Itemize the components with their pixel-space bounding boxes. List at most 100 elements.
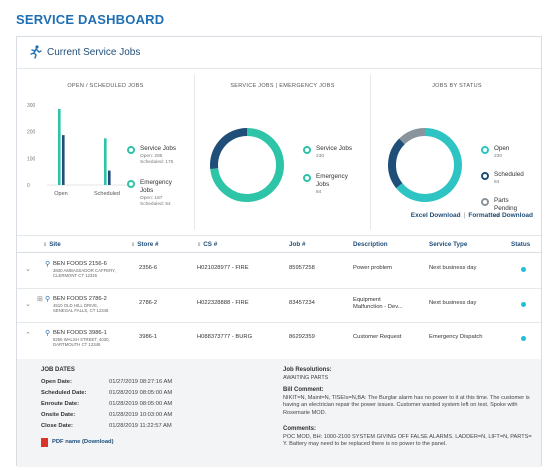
store-number: 2356-6 [139, 265, 158, 271]
legend-sub: 230 [316, 154, 325, 159]
legend-open: Open 230 [481, 145, 541, 165]
map-pin-icon: ⚲ [45, 296, 51, 303]
panel-title: SERVICE JOBS | EMERGENCY JOBS [230, 83, 335, 89]
chevron-down-icon[interactable]: ⌄ [25, 300, 31, 308]
legend-scheduled: Scheduled 84 [481, 171, 541, 191]
legend-label: Open [494, 145, 510, 152]
description: Power problem [353, 265, 392, 271]
pdf-icon [41, 438, 48, 447]
site-address: DARTMOUTH CT 12345 [53, 342, 101, 347]
legend-sub: 84 [316, 190, 322, 195]
status-indicator [521, 302, 526, 307]
y-tick-label: 300 [27, 103, 36, 109]
col-job[interactable]: Job # [289, 241, 305, 248]
cs-number: H022328888 - FIRE [197, 300, 249, 306]
date-label: Enroute Date: [41, 401, 80, 407]
col-status[interactable]: Status [511, 241, 530, 248]
status-indicator [521, 336, 526, 341]
legend-service-jobs: Service Jobs Open: 285 Scheduled: 175 [127, 145, 197, 171]
chevron-up-icon[interactable]: ⌃ [25, 331, 31, 339]
store-number: 2786-2 [139, 300, 158, 306]
service-type: Emergency Dispatch [429, 334, 483, 340]
table-row[interactable]: ⌄ ⊞ ⚲ BEN FOODS 2786-2 4510 OLD HILL DRI… [17, 289, 541, 323]
date-value: 01/28/2019 08:05:00 AM [109, 390, 173, 396]
legend-swatch [127, 180, 135, 188]
donut-slice-scheduled [388, 138, 405, 189]
service-emergency-panel: SERVICE JOBS | EMERGENCY JOBS Service Jo… [195, 75, 371, 230]
service-jobs-card: Current Service Jobs OPEN / SCHEDULED JO… [16, 36, 543, 467]
legend-label: Emergency Jobs [316, 173, 348, 188]
section-title: Current Service Jobs [47, 47, 141, 58]
legend-swatch [303, 174, 311, 182]
bar-service-jobs [104, 138, 107, 185]
legend-sub: Scheduled: 54 [140, 202, 171, 207]
job-number: 83457234 [289, 300, 315, 306]
legend-swatch [127, 146, 135, 154]
download-links: Excel Download | Formatted Download [411, 212, 533, 219]
col-label: Job # [289, 241, 306, 248]
map-pin-icon: ⚲ [45, 261, 51, 268]
legend-swatch [303, 146, 311, 154]
col-site[interactable]: ⇕ Site [43, 241, 61, 248]
panel-title: OPEN / SCHEDULED JOBS [67, 83, 144, 89]
legend-label: Scheduled [494, 171, 524, 178]
jobs-by-status-panel: JOBS BY STATUS Open 230 Scheduled 84 Par… [371, 75, 543, 230]
legend-swatch [481, 146, 489, 154]
col-store[interactable]: ⇕ Store # [131, 241, 159, 248]
table-row[interactable]: ⌄ ⚲ BEN FOODS 2156-6 3830 AMBASSADOR CAF… [17, 254, 541, 289]
description-line-2: Malfunction - Dev... [353, 304, 403, 310]
job-detail-panel: JOB DATES Open Date: 01/27/2019 08:27:16… [17, 359, 541, 467]
donut-slice-emergency-jobs [210, 128, 248, 170]
description: Customer Request [353, 334, 402, 340]
date-value: 01/27/2019 08:27:16 AM [109, 379, 173, 385]
legend-swatch [481, 198, 489, 206]
formatted-download-link[interactable]: Formatted Download [468, 212, 533, 219]
date-label: Onsite Date: [41, 412, 76, 418]
job-dates-title: JOB DATES [41, 367, 75, 373]
open-scheduled-panel: OPEN / SCHEDULED JOBS 300 200 100 0 Open Sche… [17, 75, 195, 230]
sort-icon: ⇕ [43, 242, 48, 248]
cs-number: H021028977 - FIRE [197, 265, 249, 271]
col-label: Store # [137, 241, 159, 248]
table-row-expanded[interactable]: ⌃ ⚲ BEN FOODS 3986-1 8256 WALSH STREET, … [17, 323, 541, 359]
section-header: Current Service Jobs [17, 37, 541, 69]
bar-emergency-jobs [62, 135, 65, 185]
service-emergency-donut [210, 128, 284, 202]
site-address: SENEGAL FALLS, CT 12345 [53, 308, 109, 313]
cart-icon: ⊞ [37, 296, 43, 303]
site-name: BEN FOODS 2786-2 [53, 296, 107, 302]
col-cs[interactable]: ⇕ CS # [197, 241, 217, 248]
legend-swatch [481, 172, 489, 180]
excel-download-link[interactable]: Excel Download [411, 212, 461, 219]
col-service-type[interactable]: Service Type [429, 241, 467, 248]
legend-emergency-jobs: Emergency Jobs 84 [303, 173, 363, 203]
col-description[interactable]: Description [353, 241, 388, 248]
sort-icon: ⇕ [197, 242, 202, 248]
legend-label: Parts Pending [494, 197, 518, 212]
download-separator: | [463, 212, 466, 219]
col-label: Service Type [429, 241, 468, 248]
resolution-value: AWAITING PARTS [283, 375, 329, 381]
legend-sub: Scheduled: 175 [140, 160, 174, 165]
site-name: BEN FOODS 2156-6 [53, 261, 107, 267]
jobs-by-status-donut [388, 128, 462, 202]
page-title: SERVICE DASHBOARD [16, 12, 165, 27]
chevron-down-icon[interactable]: ⌄ [25, 265, 31, 273]
description: Equipment [353, 297, 381, 303]
pdf-download-link[interactable]: PDF name (Download) [52, 439, 114, 445]
date-label: Scheduled Date: [41, 390, 87, 396]
comments-title: Comments: [283, 426, 317, 432]
col-label: Status [511, 241, 531, 248]
legend-label: Service Jobs [316, 145, 353, 152]
job-number: 86292359 [289, 334, 315, 340]
x-tick-label: Scheduled [94, 191, 120, 197]
col-label: CS # [203, 241, 218, 248]
date-value: 01/28/2019 10:03:00 AM [109, 412, 173, 418]
site-address: CLERMONT CT 12345 [53, 273, 98, 278]
status-indicator [521, 267, 526, 272]
service-type: Next business day [429, 265, 477, 271]
panel-title: JOBS BY STATUS [432, 83, 482, 89]
site-name: BEN FOODS 3986-1 [53, 330, 107, 336]
date-label: Close Date: [41, 423, 73, 429]
bar-service-jobs [58, 109, 61, 185]
